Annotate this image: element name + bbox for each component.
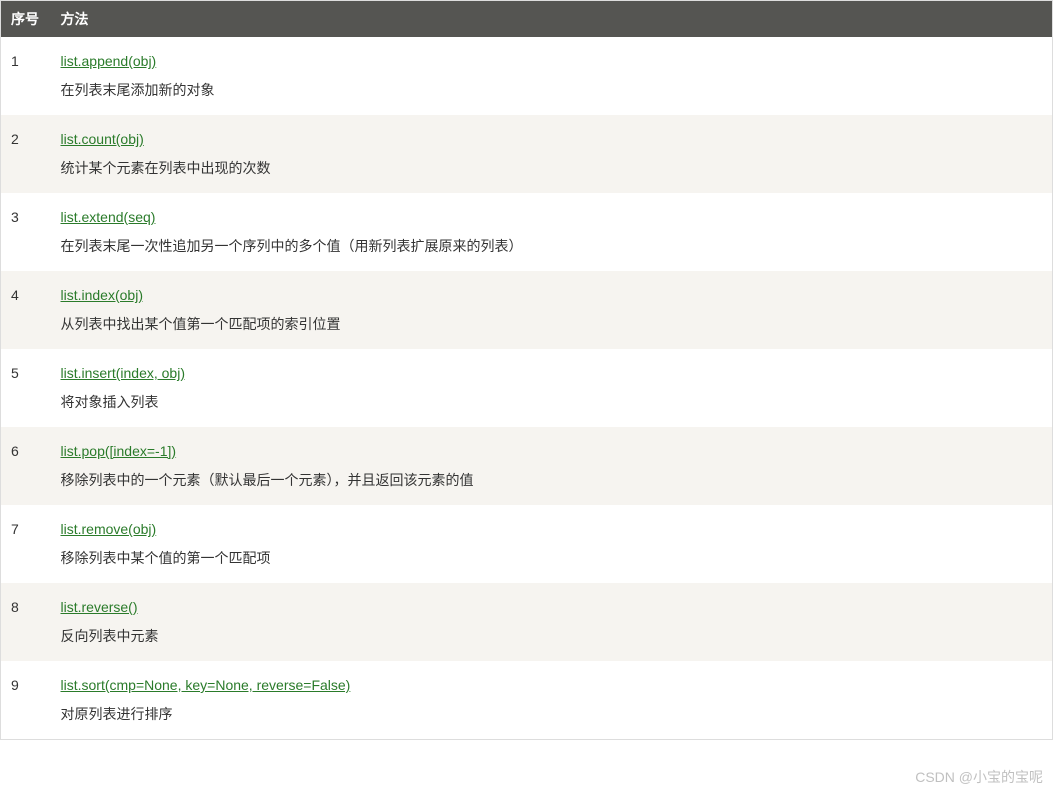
row-content: list.append(obj) 在列表末尾添加新的对象 [51,37,1053,115]
row-number: 8 [1,583,51,661]
table-row: 9 list.sort(cmp=None, key=None, reverse=… [1,661,1053,740]
table-row: 3 list.extend(seq) 在列表末尾一次性追加另一个序列中的多个值（… [1,193,1053,271]
method-description: 在列表末尾添加新的对象 [61,80,1043,101]
method-description: 反向列表中元素 [61,626,1043,647]
row-content: list.reverse() 反向列表中元素 [51,583,1053,661]
row-content: list.sort(cmp=None, key=None, reverse=Fa… [51,661,1053,740]
method-link[interactable]: list.remove(obj) [61,519,157,540]
method-description: 从列表中找出某个值第一个匹配项的索引位置 [61,314,1043,335]
row-content: list.index(obj) 从列表中找出某个值第一个匹配项的索引位置 [51,271,1053,349]
row-content: list.pop([index=-1]) 移除列表中的一个元素（默认最后一个元素… [51,427,1053,505]
method-link[interactable]: list.index(obj) [61,285,143,306]
row-number: 4 [1,271,51,349]
methods-table: 序号 方法 1 list.append(obj) 在列表末尾添加新的对象 2 l… [0,0,1053,740]
table-row: 1 list.append(obj) 在列表末尾添加新的对象 [1,37,1053,115]
table-row: 5 list.insert(index, obj) 将对象插入列表 [1,349,1053,427]
table-row: 4 list.index(obj) 从列表中找出某个值第一个匹配项的索引位置 [1,271,1053,349]
table-row: 8 list.reverse() 反向列表中元素 [1,583,1053,661]
row-number: 5 [1,349,51,427]
row-content: list.insert(index, obj) 将对象插入列表 [51,349,1053,427]
row-number: 6 [1,427,51,505]
method-description: 在列表末尾一次性追加另一个序列中的多个值（用新列表扩展原来的列表） [61,236,1043,257]
method-link[interactable]: list.count(obj) [61,129,144,150]
row-number: 9 [1,661,51,740]
method-description: 统计某个元素在列表中出现的次数 [61,158,1043,179]
table-row: 7 list.remove(obj) 移除列表中某个值的第一个匹配项 [1,505,1053,583]
header-col-number: 序号 [1,1,51,38]
method-link[interactable]: list.reverse() [61,597,138,618]
method-description: 移除列表中某个值的第一个匹配项 [61,548,1043,569]
row-content: list.count(obj) 统计某个元素在列表中出现的次数 [51,115,1053,193]
table-row: 6 list.pop([index=-1]) 移除列表中的一个元素（默认最后一个… [1,427,1053,505]
row-number: 3 [1,193,51,271]
method-description: 将对象插入列表 [61,392,1043,413]
method-link[interactable]: list.insert(index, obj) [61,363,186,384]
header-col-method: 方法 [51,1,1053,38]
row-content: list.extend(seq) 在列表末尾一次性追加另一个序列中的多个值（用新… [51,193,1053,271]
row-content: list.remove(obj) 移除列表中某个值的第一个匹配项 [51,505,1053,583]
row-number: 1 [1,37,51,115]
watermark: CSDN @小宝的宝呢 [915,767,1043,787]
method-link[interactable]: list.pop([index=-1]) [61,441,177,462]
method-description: 移除列表中的一个元素（默认最后一个元素），并且返回该元素的值 [61,470,1043,491]
method-link[interactable]: list.extend(seq) [61,207,156,228]
method-link[interactable]: list.append(obj) [61,51,157,72]
row-number: 7 [1,505,51,583]
method-description: 对原列表进行排序 [61,704,1043,725]
methods-table-container: 序号 方法 1 list.append(obj) 在列表末尾添加新的对象 2 l… [0,0,1053,740]
header-row: 序号 方法 [1,1,1053,38]
table-row: 2 list.count(obj) 统计某个元素在列表中出现的次数 [1,115,1053,193]
table-header: 序号 方法 [1,1,1053,38]
method-link[interactable]: list.sort(cmp=None, key=None, reverse=Fa… [61,675,351,696]
row-number: 2 [1,115,51,193]
table-body: 1 list.append(obj) 在列表末尾添加新的对象 2 list.co… [1,37,1053,740]
